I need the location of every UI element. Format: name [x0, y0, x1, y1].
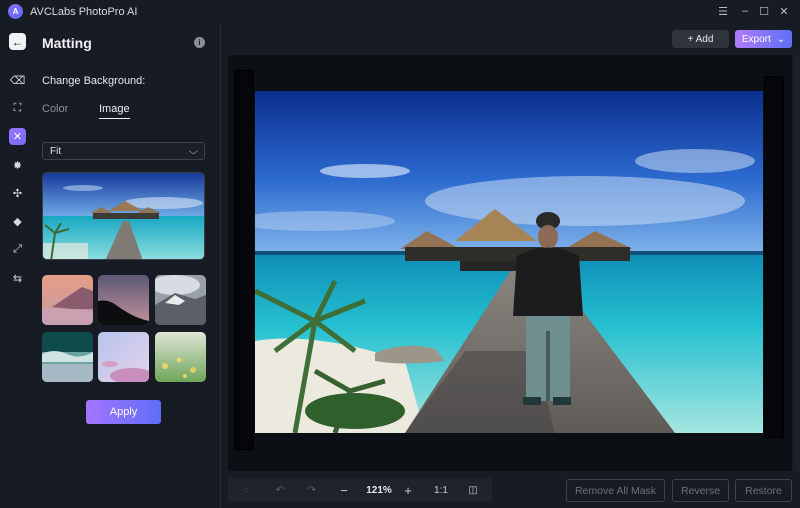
edited-photo[interactable]: [255, 91, 763, 433]
rail-item-eraser[interactable]: ⌫: [9, 72, 26, 89]
restore-button[interactable]: Restore: [735, 479, 792, 502]
adjust-icon: ⇆: [12, 273, 23, 285]
thumbnail-snowy-mountain[interactable]: [155, 275, 206, 325]
remove-all-mask-button[interactable]: Remove All Mask: [566, 479, 665, 502]
rail-item-object-select[interactable]: ⛶: [9, 100, 26, 117]
resize-icon: ⤢: [13, 243, 22, 255]
export-button[interactable]: Export ⌄: [735, 30, 792, 48]
minimize-icon[interactable]: –: [738, 4, 752, 18]
chevron-down-icon: ⌵: [188, 145, 199, 156]
thumbnail-dusk-treeline[interactable]: [98, 275, 149, 325]
thumbnail-flower-meadow[interactable]: [155, 332, 206, 382]
change-background-label: Change Background:: [42, 75, 146, 87]
chevron-down-icon: ⌄: [776, 33, 786, 45]
fit-mode-select[interactable]: Fit ⌵: [42, 142, 205, 160]
beach-preview-image: [43, 173, 204, 259]
export-label: Export: [741, 33, 771, 45]
title-bar: A AVCLabs PhotoPro AI ☰ – ☐ ✕: [0, 0, 800, 24]
fit-mode-value: Fit: [50, 145, 62, 157]
maximize-icon[interactable]: ☐: [757, 4, 771, 18]
app-window: A AVCLabs PhotoPro AI ☰ – ☐ ✕ ← ⌫ ⛶ ✕ ✸ …: [0, 0, 800, 508]
rail-item-resize[interactable]: ⤢: [9, 241, 26, 258]
app-logo-icon: A: [8, 4, 23, 19]
panel-divider: [220, 24, 221, 508]
crop-frame-right: [764, 76, 784, 438]
zoom-in-icon[interactable]: +: [399, 478, 417, 502]
undo-icon[interactable]: ↶: [271, 478, 289, 502]
rail-item-fill[interactable]: ◆: [9, 213, 26, 230]
eraser-icon: ⌫: [9, 75, 26, 87]
tool-rail: ← ⌫ ⛶ ✕ ✸ ✣ ◆ ⤢ ⇆: [0, 24, 34, 508]
add-button[interactable]: + Add: [672, 30, 729, 48]
matting-icon: ✕: [12, 131, 23, 143]
matting-panel: Matting i Change Background: Color Image…: [34, 24, 220, 508]
panel-title: Matting: [42, 35, 92, 51]
crop-frame-left: [234, 70, 254, 450]
composited-beach-photo: [255, 91, 763, 433]
rail-item-enhance[interactable]: ✸: [9, 157, 26, 174]
redo-icon[interactable]: ↷: [303, 478, 321, 502]
app-title: AVCLabs PhotoPro AI: [30, 6, 138, 18]
rail-item-adjust[interactable]: ⇆: [9, 270, 26, 287]
tab-color[interactable]: Color: [42, 103, 68, 115]
zoom-level: 121%: [366, 484, 392, 496]
object-select-icon: ⛶: [13, 102, 22, 114]
actual-size-button[interactable]: 1:1: [430, 478, 452, 502]
info-icon[interactable]: i: [194, 37, 205, 48]
zoom-toolbar: ◌ ↶ ↷ − 121% + 1:1 ◫: [228, 478, 492, 502]
thumbnail-pastel-clouds[interactable]: [98, 332, 149, 382]
thumbnail-ocean-waves[interactable]: [42, 332, 93, 382]
colorize-icon: ✣: [12, 188, 23, 200]
reverse-button[interactable]: Reverse: [672, 479, 729, 502]
menu-icon[interactable]: ☰: [716, 4, 730, 18]
rail-item-matting[interactable]: ✕: [9, 128, 26, 145]
zoom-out-icon[interactable]: −: [335, 478, 353, 502]
fill-icon: ◆: [13, 216, 22, 228]
arrow-left-icon: ←: [11, 34, 24, 49]
rail-item-colorize[interactable]: ✣: [9, 185, 26, 202]
canvas-scrollbar[interactable]: [795, 55, 800, 471]
reset-icon[interactable]: ◌: [237, 478, 255, 502]
thumbnail-pink-mountain[interactable]: [42, 275, 93, 325]
tab-image[interactable]: Image: [99, 103, 130, 119]
enhance-icon: ✸: [12, 160, 23, 172]
close-icon[interactable]: ✕: [777, 4, 791, 18]
compare-icon[interactable]: ◫: [464, 478, 482, 502]
back-button[interactable]: ←: [9, 33, 26, 50]
background-preview: [42, 172, 205, 260]
apply-button[interactable]: Apply: [86, 400, 161, 424]
